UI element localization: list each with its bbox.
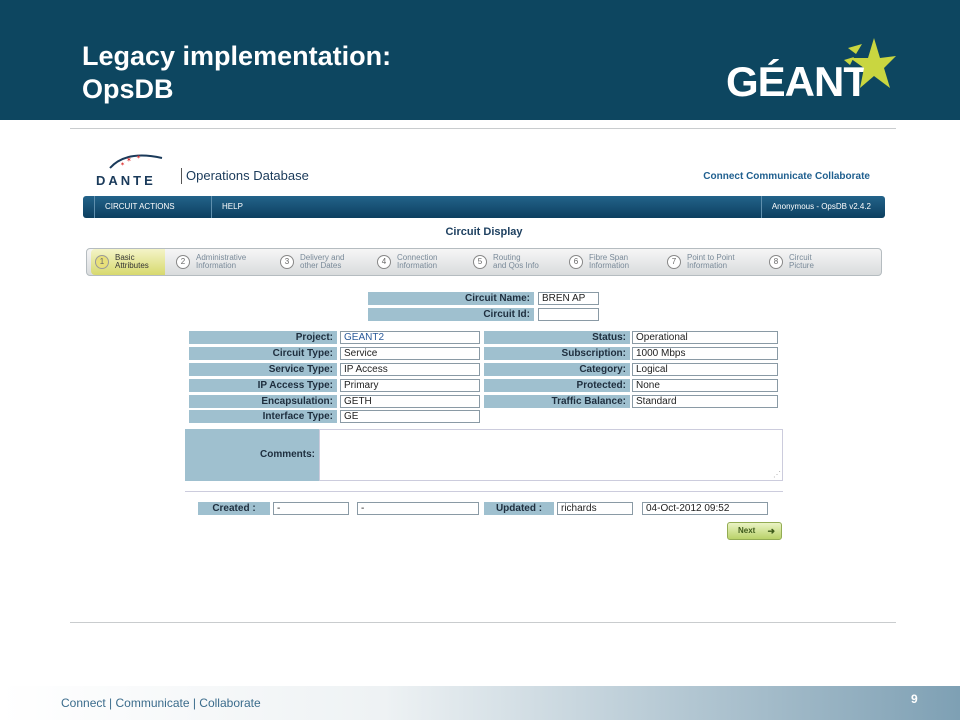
project-field[interactable]: GEANT2 [340,331,480,344]
wizard-steps: 1 Basic Attributes 2 Administrative Info… [86,248,882,276]
updated-by-field[interactable]: richards [557,502,633,515]
subscription-label: Subscription: [484,347,630,360]
interface-type-field[interactable]: GE [340,410,480,423]
category-label: Category: [484,363,630,376]
step-label: Delivery and other Dates [300,253,345,270]
next-button-label: Next [738,526,756,535]
app-tagline: Connect Communicate Collaborate [703,171,870,182]
step-number: 4 [377,255,391,269]
step-routing-qos[interactable]: 5 Routing and Qos Info [473,249,563,275]
step-label: Fibre Span Information [589,253,630,270]
step-label: Point to Point Information [687,253,735,270]
circuit-id-field[interactable] [538,308,599,321]
svg-text:✶: ✶ [126,156,132,164]
step-number: 5 [473,255,487,269]
step-fibre-span[interactable]: 6 Fibre Span Information [569,249,659,275]
ip-access-type-field[interactable]: Primary [340,379,480,392]
nav-bar: CIRCUIT ACTIONS HELP Anonymous - OpsDB v… [83,196,885,218]
updated-label: Updated : [484,502,554,515]
ip-access-type-label: IP Access Type: [189,379,337,392]
step-connection-information[interactable]: 4 Connection Information [377,249,467,275]
menu-help[interactable]: HELP [211,196,253,218]
category-field[interactable]: Logical [632,363,778,376]
step-number: 8 [769,255,783,269]
subscription-field[interactable]: 1000 Mbps [632,347,778,360]
encapsulation-field[interactable]: GETH [340,395,480,408]
status-label: Status: [484,331,630,344]
resize-handle-icon[interactable]: ⋰ [773,470,781,479]
step-label: Circuit Picture [789,253,814,270]
encapsulation-label: Encapsulation: [189,395,337,408]
status-field[interactable]: Operational [632,331,778,344]
slide-title-line2: OpsDB [82,74,174,104]
star-icon [844,38,896,88]
arrow-right-icon: ➜ [767,526,775,536]
step-delivery-dates[interactable]: 3 Delivery and other Dates [280,249,370,275]
dante-logo: ✶ ✶ ✶ DANTE [96,148,176,188]
step-point-to-point[interactable]: 7 Point to Point Information [667,249,762,275]
geant-logo: GÉANT [722,36,902,116]
svg-text:✶: ✶ [120,161,125,168]
svg-text:✶: ✶ [136,154,141,161]
page-number: 9 [911,692,918,706]
protected-label: Protected: [484,379,630,392]
circuit-type-field[interactable]: Service [340,347,480,360]
step-label: Routing and Qos Info [493,253,539,270]
step-circuit-picture[interactable]: 8 Circuit Picture [769,249,849,275]
slide-title-line1: Legacy implementation: [82,41,392,71]
bottom-divider [70,622,896,623]
meta-divider [185,491,783,492]
created-on-field[interactable]: - [357,502,479,515]
top-divider [70,128,896,129]
next-button[interactable]: Next ➜ [727,522,782,540]
slide-title: Legacy implementation: OpsDB [82,40,391,106]
traffic-balance-label: Traffic Balance: [484,395,630,408]
created-label: Created : [198,502,270,515]
step-label: Connection Information [397,253,438,270]
updated-on-field[interactable]: 04-Oct-2012 09:52 [642,502,768,515]
app-title: Operations Database [181,168,309,184]
created-by-field[interactable]: - [273,502,349,515]
circuit-type-label: Circuit Type: [189,347,337,360]
interface-type-label: Interface Type: [189,410,337,423]
step-administrative-information[interactable]: 2 Administrative Information [176,249,276,275]
dante-swoosh-icon: ✶ ✶ ✶ [109,154,163,169]
circuit-id-label: Circuit Id: [368,308,534,321]
step-number: 3 [280,255,294,269]
menu-circuit-actions[interactable]: CIRCUIT ACTIONS [94,196,185,218]
panel-title: Circuit Display [445,226,523,238]
user-info: Anonymous - OpsDB v2.4.2 [760,196,871,218]
circuit-name-field[interactable]: BREN AP [538,292,599,305]
step-number: 1 [95,255,109,269]
slide-footer: Connect | Communicate | Collaborate 9 [0,686,960,720]
step-label: Basic Attributes [115,253,149,270]
dante-brand: DANTE [96,173,156,188]
step-label: Administrative Information [196,253,247,270]
step-number: 7 [667,255,681,269]
comments-label: Comments: [185,429,319,481]
service-type-label: Service Type: [189,363,337,376]
step-number: 6 [569,255,583,269]
traffic-balance-field[interactable]: Standard [632,395,778,408]
circuit-name-label: Circuit Name: [368,292,534,305]
protected-field[interactable]: None [632,379,778,392]
slide-header: Legacy implementation: OpsDB GÉANT [0,0,960,120]
service-type-field[interactable]: IP Access [340,363,480,376]
project-label: Project: [189,331,337,344]
step-basic-attributes[interactable]: 1 Basic Attributes [91,249,165,275]
footer-tagline: Connect | Communicate | Collaborate [61,696,261,710]
comments-textarea[interactable]: ⋰ [319,429,783,481]
step-number: 2 [176,255,190,269]
